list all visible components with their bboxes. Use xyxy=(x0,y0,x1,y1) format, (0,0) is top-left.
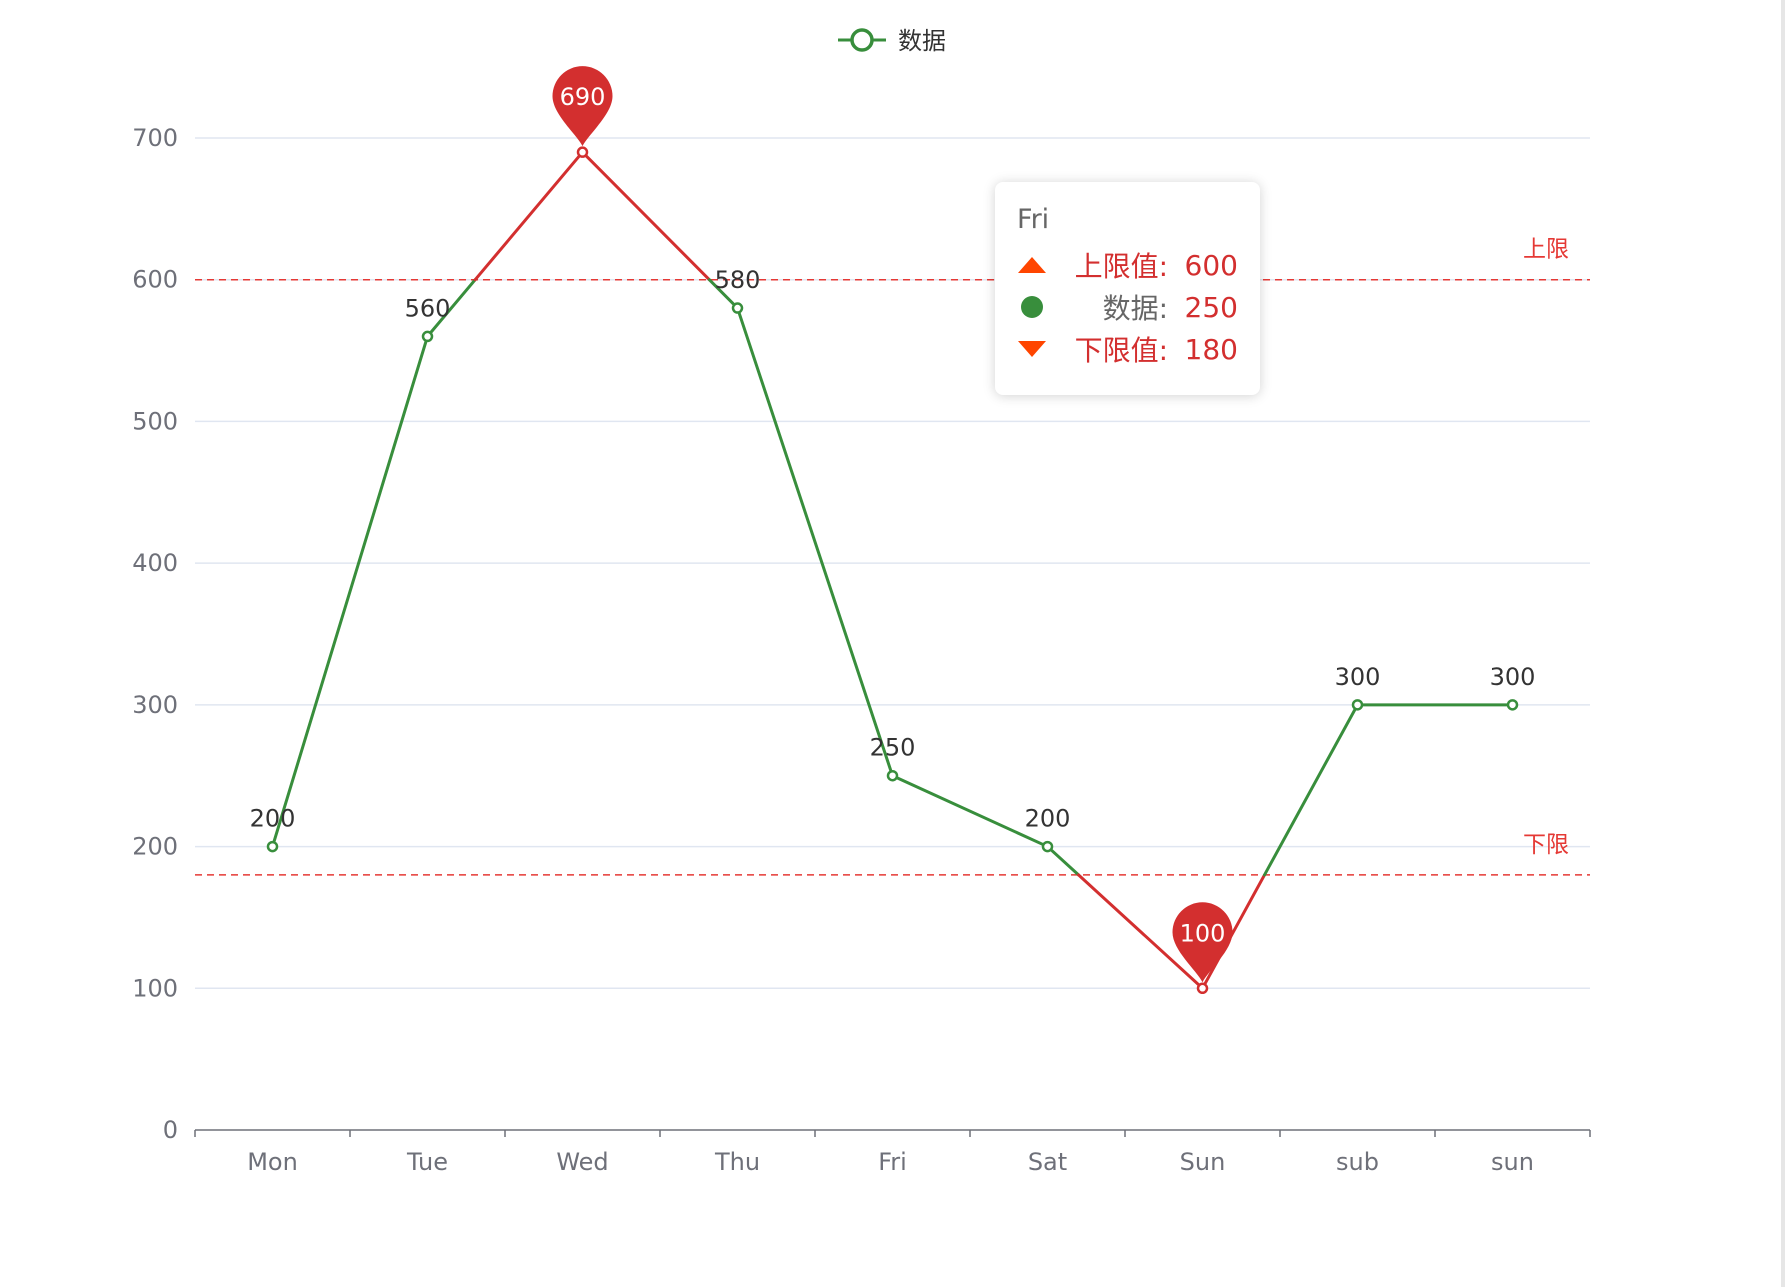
data-label: 560 xyxy=(405,294,451,322)
scrollbar[interactable] xyxy=(1781,0,1785,1287)
y-tick-label: 400 xyxy=(132,549,178,577)
data-label: 250 xyxy=(870,734,916,762)
legend-label: 数据 xyxy=(898,27,946,55)
x-tick-label: sun xyxy=(1491,1148,1534,1176)
line-chart: 0 100 200 300 400 500 600 700 Mon Tue Wed Thu Fri Sat… xyxy=(132,27,1591,1176)
data-point-sun xyxy=(1196,982,1209,995)
x-tick-label: Wed xyxy=(556,1148,608,1176)
triangle-down-icon xyxy=(1017,334,1047,364)
series-line-segment xyxy=(271,334,429,849)
series-line-segment xyxy=(581,150,711,282)
data-point-thu xyxy=(731,302,744,314)
series-line-segment xyxy=(473,150,584,282)
data-point-sub xyxy=(1351,699,1364,711)
lower-limit-label: 下限 xyxy=(1523,832,1569,858)
data-point-fri xyxy=(886,769,899,782)
series-line-segment xyxy=(1046,845,1080,877)
upper-limit-label: 上限 xyxy=(1523,237,1569,263)
data-point-sat xyxy=(1041,840,1054,853)
x-tick-label: Sun xyxy=(1180,1148,1226,1176)
tooltip-upper-label: 上限值: xyxy=(1074,250,1168,283)
circle-icon xyxy=(1017,292,1047,322)
y-tick-label: 500 xyxy=(132,407,178,435)
x-tick-label: Mon xyxy=(247,1148,298,1176)
tooltip-title: Fri xyxy=(1017,204,1050,235)
data-point-sun xyxy=(1506,699,1519,711)
tooltip-row-data: 数据: 250 xyxy=(1017,286,1238,328)
triangle-up-icon xyxy=(1017,250,1047,280)
data-label: 580 xyxy=(715,266,761,294)
data-label: 300 xyxy=(1335,663,1381,691)
y-tick-label: 0 xyxy=(163,1116,178,1144)
data-label: 200 xyxy=(1025,805,1071,833)
tooltip: Fri 上限值: 600 数据: 250 下限值: 180 xyxy=(995,182,1260,395)
data-label: 300 xyxy=(1490,663,1536,691)
legend: 数据 xyxy=(838,27,946,55)
x-tick-label: Sat xyxy=(1028,1148,1067,1176)
y-tick-label: 100 xyxy=(132,974,178,1002)
data-point-mon xyxy=(266,840,279,853)
data-label: 200 xyxy=(250,805,296,833)
mark-point-label: 100 xyxy=(1180,919,1226,947)
tooltip-row-lower: 下限值: 180 xyxy=(1017,328,1238,370)
line-circle-icon xyxy=(850,28,874,52)
mark-point-label: 690 xyxy=(560,83,606,111)
x-tick-label: sub xyxy=(1336,1148,1379,1176)
data-point-wed xyxy=(576,146,589,158)
tooltip-lower-value: 180 xyxy=(1184,332,1238,366)
series-line-segment xyxy=(1263,703,1359,877)
x-tick-label: Tue xyxy=(406,1148,448,1176)
y-tick-label: 700 xyxy=(132,124,178,152)
tooltip-upper-value: 600 xyxy=(1184,248,1238,282)
tooltip-data-value: 250 xyxy=(1184,290,1238,324)
tooltip-lower-label: 下限值: xyxy=(1074,334,1168,367)
y-tick-label: 600 xyxy=(132,266,178,294)
y-tick-label: 200 xyxy=(132,833,178,861)
tooltip-data-label: 数据: xyxy=(1102,292,1168,325)
x-tick-label: Thu xyxy=(714,1148,760,1176)
y-tick-label: 300 xyxy=(132,691,178,719)
x-tick-label: Fri xyxy=(878,1148,907,1176)
tooltip-row-upper: 上限值: 600 xyxy=(1017,244,1238,286)
data-point-tue xyxy=(421,330,434,343)
